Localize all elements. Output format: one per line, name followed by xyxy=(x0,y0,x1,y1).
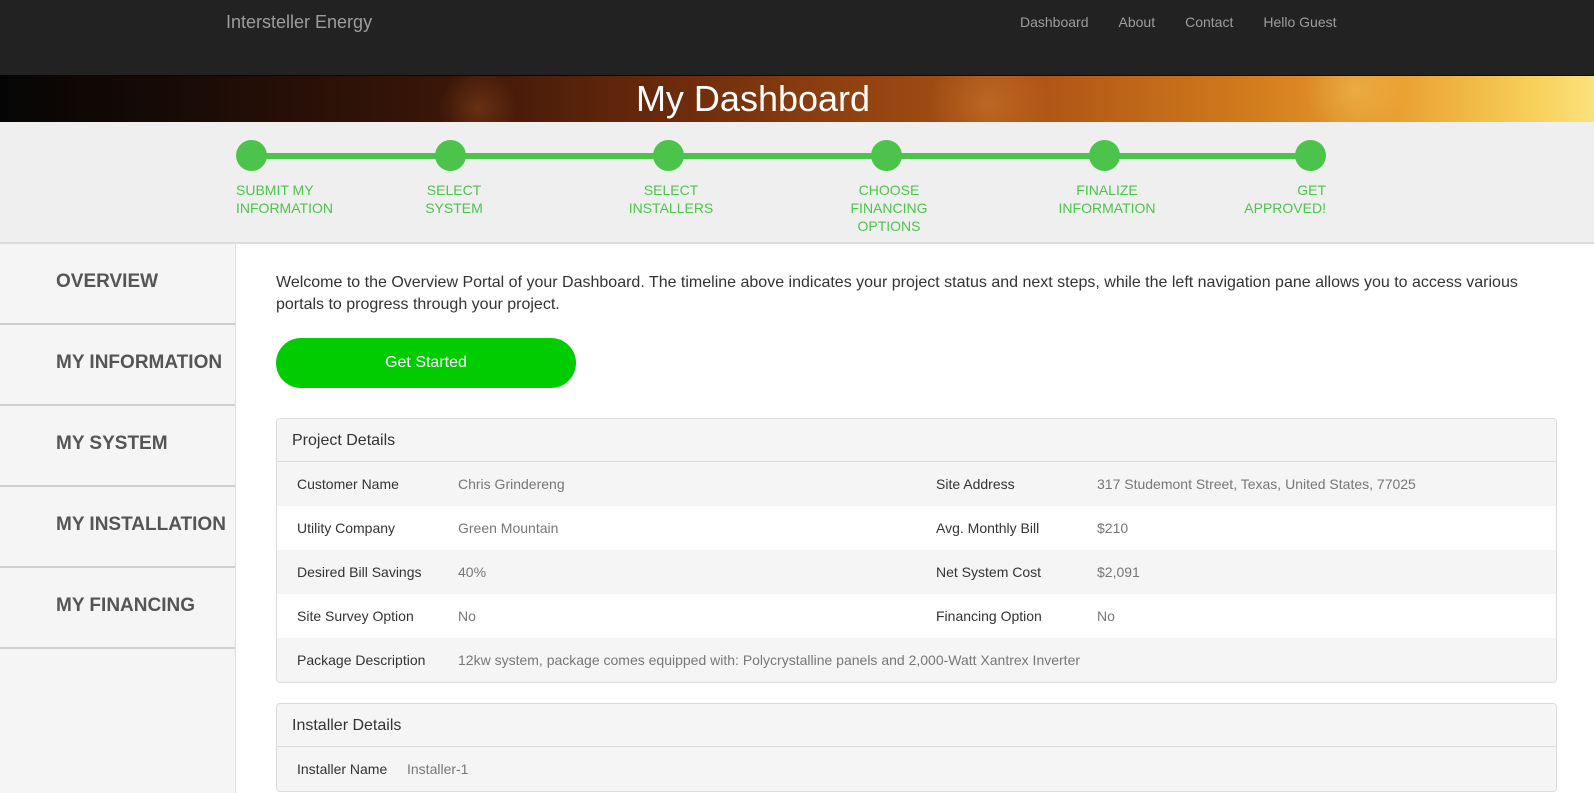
field-label: Avg. Monthly Bill xyxy=(936,520,1040,536)
get-started-button[interactable]: Get Started xyxy=(276,338,576,388)
timeline-step-dot xyxy=(236,140,267,171)
timeline-step-dot xyxy=(435,140,466,171)
field-label: Site Address xyxy=(916,462,1097,506)
field-value: No xyxy=(458,608,476,624)
field-value: 12kw system, package comes equipped with… xyxy=(458,638,1556,682)
field-value: Green Mountain xyxy=(458,520,559,536)
sidebar-item-overview[interactable]: OVERVIEW xyxy=(0,244,235,325)
field-label: Installer Name xyxy=(277,747,407,791)
table-row: Customer Name Chris Grindereng Site Addr… xyxy=(277,462,1556,506)
timeline-step-label: SELECT SYSTEM xyxy=(384,181,524,217)
timeline-label-line: SUBMIT MY xyxy=(236,182,314,198)
field-label: Utility Company xyxy=(297,520,396,536)
top-navbar: Intersteller Energy Dashboard About Cont… xyxy=(0,0,1594,76)
project-details-panel: Project Details Customer Name Chris Grin… xyxy=(276,418,1557,683)
sidebar-item-my-system[interactable]: MY SYSTEM xyxy=(0,406,235,487)
timeline-label-line: SELECT xyxy=(643,182,699,198)
timeline-step-label: SUBMIT MY INFORMATION xyxy=(236,181,333,217)
field-value: 40% xyxy=(458,550,916,594)
timeline-step-dot xyxy=(1089,140,1120,171)
timeline-label-line: INSTALLERS xyxy=(628,200,714,216)
timeline-step-dot xyxy=(1295,140,1326,171)
hero-banner: My Dashboard xyxy=(0,76,1594,122)
field-label: Package Description xyxy=(277,638,458,682)
progress-timeline: SUBMIT MY INFORMATION SELECT SYSTEM SELE… xyxy=(0,122,1594,244)
project-details-table: Customer Name Chris Grindereng Site Addr… xyxy=(277,462,1556,682)
table-row: Site Survey Option No Financing Option N… xyxy=(277,594,1556,638)
field-label: Site Survey Option xyxy=(297,608,414,624)
installer-details-table: Installer Name Installer-1 xyxy=(277,747,1556,791)
timeline-step-label: GET APPROVED! xyxy=(1186,181,1326,217)
field-label: Desired Bill Savings xyxy=(277,550,458,594)
timeline-step-dot xyxy=(653,140,684,171)
field-label: Net System Cost xyxy=(916,550,1097,594)
timeline-step-label: FINALIZE INFORMATION xyxy=(1037,181,1177,217)
page-title: My Dashboard xyxy=(635,78,871,119)
field-value: Installer-1 xyxy=(407,747,1556,791)
timeline-label-line: CHOOSE xyxy=(858,182,920,198)
left-navigation: OVERVIEW MY INFORMATION MY SYSTEM MY INS… xyxy=(0,244,236,793)
table-row: Desired Bill Savings 40% Net System Cost… xyxy=(277,550,1556,594)
sidebar-item-my-installation[interactable]: MY INSTALLATION xyxy=(0,487,235,568)
field-label: Customer Name xyxy=(277,462,458,506)
welcome-text: Welcome to the Overview Portal of your D… xyxy=(276,274,1518,313)
field-value: No xyxy=(1097,608,1115,624)
field-value: Chris Grindereng xyxy=(458,462,916,506)
main-content: Welcome to the Overview Portal of your D… xyxy=(276,244,1558,792)
nav-link-user-greeting[interactable]: Hello Guest xyxy=(1263,14,1336,30)
table-row: Utility Company Green Mountain Avg. Mont… xyxy=(277,506,1556,550)
timeline-label-line: SYSTEM xyxy=(425,200,483,216)
timeline-step-dot xyxy=(871,140,902,171)
timeline-label-line: INFORMATION xyxy=(236,200,333,216)
nav-link-about[interactable]: About xyxy=(1119,14,1156,30)
timeline-label-line: OPTIONS xyxy=(857,218,921,234)
nav-links: Dashboard About Contact Hello Guest xyxy=(1020,14,1367,30)
timeline-label-line: GET xyxy=(1297,182,1326,198)
timeline-track xyxy=(251,153,1309,159)
timeline-step-label: SELECT INSTALLERS xyxy=(601,181,741,217)
brand-logo[interactable]: Intersteller Energy xyxy=(226,12,372,33)
nav-link-dashboard[interactable]: Dashboard xyxy=(1020,14,1089,30)
field-label: Financing Option xyxy=(936,608,1042,624)
timeline-label-line: FINANCING xyxy=(850,200,928,216)
installer-details-panel: Installer Details Installer Name Install… xyxy=(276,703,1557,792)
table-row: Package Description 12kw system, package… xyxy=(277,638,1556,682)
table-row: Installer Name Installer-1 xyxy=(277,747,1556,791)
sidebar-item-my-information[interactable]: MY INFORMATION xyxy=(0,325,235,406)
timeline-label-line: SELECT xyxy=(426,182,482,198)
field-value: 317 Studemont Street, Texas, United Stat… xyxy=(1097,462,1556,506)
timeline-label-line: APPROVED! xyxy=(1244,200,1326,216)
field-value: $210 xyxy=(1097,520,1129,536)
panel-heading: Project Details xyxy=(277,419,1556,462)
sidebar-item-my-financing[interactable]: MY FINANCING xyxy=(0,568,235,649)
nav-link-contact[interactable]: Contact xyxy=(1185,14,1233,30)
panel-heading: Installer Details xyxy=(277,704,1556,747)
timeline-label-line: INFORMATION xyxy=(1058,200,1156,216)
timeline-step-label: CHOOSE FINANCING OPTIONS xyxy=(819,181,959,235)
field-value: $2,091 xyxy=(1097,550,1556,594)
timeline-label-line: FINALIZE xyxy=(1076,182,1138,198)
